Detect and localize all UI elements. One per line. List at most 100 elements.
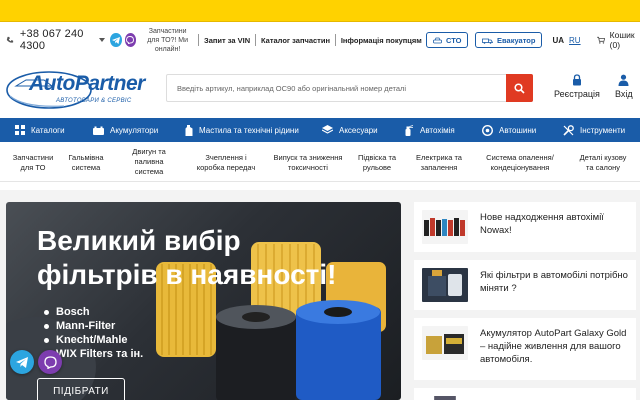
phone-number[interactable]: +38 067 240 4300 — [20, 28, 93, 52]
autopartner-logo[interactable]: AutoPartner АВТОТОВАРИ & СЕРВІС — [4, 68, 150, 112]
subnav-line: Зчеплення і — [205, 153, 247, 162]
catnav-label: Каталоги — [31, 125, 65, 135]
subnav-item-heating[interactable]: Система опалення/ кондеціонування — [480, 153, 560, 173]
telegram-icon[interactable] — [110, 33, 122, 47]
subnav-line: Двигун та — [132, 147, 166, 156]
chevron-down-icon[interactable] — [99, 38, 106, 42]
floating-viber-button[interactable] — [38, 350, 62, 374]
subnav-line: Запчастини — [12, 153, 54, 162]
news-item[interactable] — [414, 388, 636, 400]
sto-button-label: СТО — [445, 35, 462, 45]
main-content: Великий вибір фільтрів в наявності! Bosc… — [0, 190, 640, 400]
pick-filters-button[interactable]: ПІДІБРАТИ — [37, 378, 125, 400]
cart-label: Кошик (0) — [609, 30, 635, 50]
buyer-info-link[interactable]: Інформація покупцям — [341, 36, 422, 45]
category-nav: Каталоги Акумулятори Мастила та технічні… — [0, 118, 640, 142]
catnav-label: Інструменти — [580, 125, 626, 135]
brand-item: Bosch — [44, 305, 143, 319]
sto-button[interactable]: СТО — [425, 32, 469, 48]
online-question: Запчастини для ТО?! Ми онлайн! — [147, 27, 189, 53]
phone-dropdown[interactable]: +38 067 240 4300 — [6, 28, 106, 52]
subnav-item-to-parts[interactable]: Запчастини для ТО — [8, 153, 58, 173]
login-label: Вхід — [615, 89, 633, 99]
logo-tagline: АВТОТОВАРИ & СЕРВІС — [56, 98, 132, 104]
divider — [334, 34, 336, 46]
evacuator-button-label: Евакуатор — [497, 35, 536, 45]
subnav-line: Деталі кузову — [579, 153, 627, 162]
engine-filter-thumb — [422, 268, 468, 302]
grid-icon — [15, 125, 25, 135]
subnav-line: система — [134, 167, 164, 176]
brand-item: Mann-Filter — [44, 319, 143, 333]
catnav-item-tires[interactable]: Автошини — [482, 118, 536, 142]
catnav-item-batteries[interactable]: Акумулятори — [93, 118, 158, 142]
battery-thumb — [422, 326, 468, 360]
divider — [255, 34, 256, 46]
subnav-line: Електрика та — [416, 153, 462, 162]
catnav-label: Аксесуари — [339, 125, 378, 135]
subnav-item-body-parts[interactable]: Деталі кузову та салону — [570, 153, 636, 173]
news-item[interactable]: Акумулятор AutoPart Galaxy Gold – надійн… — [414, 318, 636, 380]
catnav-label: Автохімія — [420, 125, 455, 135]
subnav-item-exhaust[interactable]: Випуск та зниження токсичності — [268, 153, 348, 173]
subnav-line: Гальмівна — [68, 153, 104, 162]
lang-ru[interactable]: RU — [569, 36, 581, 45]
subnav-line: токсичності — [288, 163, 328, 172]
catnav-item-tools[interactable]: Інструменти — [563, 118, 625, 142]
parts-catalog-link[interactable]: Каталог запчастин — [261, 36, 330, 45]
catnav-label: Автошини — [499, 125, 537, 135]
viber-icon[interactable] — [124, 33, 137, 47]
tools-icon — [563, 124, 574, 136]
cart-link[interactable]: Кошик (0) — [596, 30, 640, 50]
user-icon — [618, 74, 629, 86]
subnav-item-engine-fuel[interactable]: Двигун та паливна система — [120, 147, 178, 177]
lock-icon — [572, 74, 581, 86]
battery-icon — [93, 126, 104, 135]
spray-icon — [405, 124, 414, 136]
register-label: Реєстрація — [554, 89, 600, 99]
floating-telegram-button[interactable] — [10, 350, 34, 374]
subnav-item-brakes[interactable]: Запчастини Гальмівна система — [62, 153, 110, 173]
lang-ua[interactable]: UA — [552, 36, 564, 45]
tire-icon — [482, 124, 493, 136]
catnav-item-accessories[interactable]: Аксесуари — [322, 118, 378, 142]
news-title: Нове надходження автохімії Nowax! — [480, 212, 604, 236]
search-icon — [514, 82, 525, 94]
search-input[interactable] — [167, 75, 507, 101]
oil-bottle-icon — [185, 124, 193, 136]
login-link[interactable]: Вхід — [615, 74, 633, 99]
subnav-item-clutch-gearbox[interactable]: Зчеплення і коробка передач — [188, 153, 264, 173]
subnav-line: Випуск та зниження — [273, 153, 343, 162]
catnav-item-oils[interactable]: Мастила та технічні рідини — [185, 118, 299, 142]
news-thumb-partial — [434, 396, 456, 400]
brand-item: Knecht/Mahle — [44, 333, 143, 347]
search-button[interactable] — [506, 74, 533, 102]
hero-banner[interactable]: Великий вибір фільтрів в наявності! Bosc… — [6, 202, 401, 400]
catnav-item-catalogs[interactable]: Каталоги — [15, 118, 65, 142]
register-link[interactable]: Реєстрація — [554, 74, 600, 99]
news-item[interactable]: Які фільтри в автомобілі потрібно міняти… — [414, 260, 636, 310]
news-title: Акумулятор AutoPart Galaxy Gold – надійн… — [480, 328, 627, 365]
logo-wordmark: AutoPartner — [29, 72, 145, 95]
news-item[interactable]: Нове надходження автохімії Nowax! — [414, 202, 636, 252]
catnav-item-autochemistry[interactable]: Автохімія — [404, 118, 455, 142]
subnav-line: для ТО — [20, 163, 46, 172]
subnav-item-electrics[interactable]: Електрика та запалення — [408, 153, 470, 173]
subnav-item-suspension[interactable]: Підвіска та рульове — [352, 153, 402, 173]
contacts-bar: +38 067 240 4300 Запчастини для ТО?! Ми … — [0, 22, 640, 58]
evacuator-button[interactable]: Евакуатор — [475, 32, 543, 48]
subnav-line: Система опалення/ — [486, 153, 554, 162]
catnav-label: Акумулятори — [110, 125, 159, 135]
site-header: AutoPartner АВТОТОВАРИ & СЕРВІС Реєстрац… — [0, 58, 640, 118]
subnav-line: система — [71, 163, 101, 172]
viber-icon — [43, 355, 57, 369]
subnav-line: запалення — [420, 163, 458, 172]
search-box — [166, 74, 533, 102]
chemistry-bottles-thumb — [422, 210, 468, 244]
vin-request-link[interactable]: Запит за VIN — [204, 36, 250, 45]
subnav-line: кондеціонування — [490, 163, 550, 172]
subnav-line: та салону — [585, 163, 621, 172]
subnav-line: коробка передач — [196, 163, 256, 172]
car-service-icon — [433, 37, 442, 43]
telegram-icon — [16, 356, 28, 368]
